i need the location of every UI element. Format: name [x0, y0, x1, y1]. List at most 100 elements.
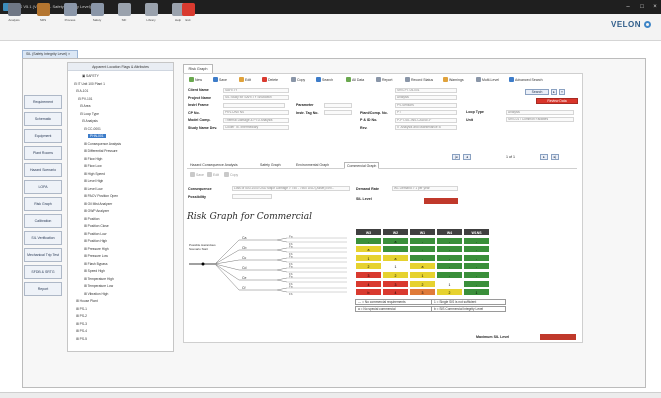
tree-node[interactable]: ⊟ CC-0001 — [84, 127, 101, 131]
nav-item-calibration[interactable]: Calibration — [24, 214, 62, 228]
tree-node[interactable]: ⊞ Flow High — [84, 157, 102, 161]
nav-item-schematic[interactable]: Schematic — [24, 112, 62, 126]
field-unit[interactable]: SRS-01 / Common Facilities — [506, 117, 574, 122]
all-data-button[interactable]: All Data — [346, 77, 364, 82]
tree-node[interactable]: ⊞ Temperature Low — [84, 284, 113, 288]
tree-node[interactable]: ⊞ Oil Mist Analyzer — [84, 202, 112, 206]
nav-item-sil-verification[interactable]: SIL Verification — [24, 231, 62, 245]
tree-node[interactable]: ⊞ PS-1 — [76, 307, 87, 311]
field-right-2[interactable]: PV-Sensors — [395, 102, 457, 108]
nav-item-report[interactable]: Report — [24, 282, 62, 296]
tree-node[interactable]: ⊞ House Plant — [76, 299, 98, 303]
tree-node[interactable]: ⊞ Flow Low — [84, 164, 102, 168]
field-model-comp[interactable]: Thermal Damage & PTD Analysis — [223, 117, 289, 123]
nav-item-hazard-scenario[interactable]: Hazard Scenario — [24, 163, 62, 177]
tree-node[interactable]: ⊞ OWP Analyzer — [84, 209, 109, 213]
tree-node[interactable]: ⊞ PS-4 — [76, 329, 87, 333]
field-right-5[interactable]: IT Analysis and Maintenance B — [395, 125, 457, 130]
sub-edit-button[interactable]: Edit — [207, 172, 219, 177]
tree-node[interactable]: ⊞ Position — [84, 217, 99, 221]
tree-node[interactable]: ⊟ A-101 — [76, 89, 88, 93]
tree-node[interactable]: ⊟ Analysis — [82, 119, 98, 123]
minimize-icon[interactable]: – — [622, 2, 634, 12]
nav-item-plant-rooms[interactable]: Plant Rooms — [24, 146, 62, 160]
consequence-field[interactable]: Loss of 500-1000 USD Major Damage > 750 … — [232, 186, 350, 191]
tree-node[interactable]: ⊞ Flash Bypass — [84, 262, 107, 266]
sub-save-button[interactable]: Save — [190, 172, 204, 177]
srs-button[interactable]: SRS — [33, 2, 53, 25]
tree-node[interactable]: ⊞ Differential Pressure — [84, 149, 118, 153]
tree-node[interactable]: ⊞ PS-3 — [76, 322, 87, 326]
field-right-3[interactable]: PT — [395, 110, 457, 115]
record-status-button[interactable]: Record Status — [405, 77, 433, 82]
subtab-hazard-consequence-analysis[interactable]: Hazard Consequence Analysis — [188, 162, 240, 169]
close-icon[interactable]: × — [649, 2, 661, 12]
pager-prev-button[interactable]: ◂ — [463, 154, 471, 160]
subtab-commercial-graph[interactable]: Commercial Graph — [344, 162, 380, 169]
subtab-environmental-graph[interactable]: Environmental Graph — [294, 162, 331, 169]
tree-node[interactable]: ⊞ Level High — [84, 179, 103, 183]
field-study-name-dev[interactable]: Cooler Tk. Intermediary — [223, 125, 289, 130]
field-instr-tag-no[interactable] — [324, 110, 352, 115]
advanced-search-button[interactable]: Advanced Search — [509, 77, 543, 82]
demand-rate-field[interactable]: W1 Demand > 1 per year — [392, 186, 458, 191]
sif-button[interactable]: SIF — [114, 2, 134, 25]
document-tab[interactable]: SIL (Safety Integrity Level) × — [22, 50, 78, 58]
field-project-name[interactable]: SIL Study for SAFETY Shutdown — [223, 95, 289, 100]
possibility-field[interactable] — [232, 194, 272, 199]
search-next-button[interactable]: ▸ — [551, 89, 557, 95]
tree-node[interactable]: ⊟ PV-101 — [78, 97, 93, 101]
maximize-icon[interactable]: □ — [636, 2, 648, 12]
pager-next-button[interactable]: ▸ — [540, 154, 548, 160]
field-parameter[interactable] — [324, 102, 352, 108]
field-right-4[interactable]: P-PT-SIL-INS-CAUSE-F — [395, 117, 457, 123]
tree-node[interactable]: ⊞ Temperature High — [84, 277, 114, 281]
delete-button[interactable]: Delete — [262, 77, 278, 82]
exit-button[interactable]: Exit — [178, 2, 198, 25]
tree-node[interactable]: ⊟ IT Unit 100 Plant 1 — [74, 82, 105, 86]
library-button[interactable]: Library — [141, 2, 161, 25]
report-button[interactable]: Report — [376, 77, 393, 82]
field-right-1[interactable]: Analysis — [395, 95, 457, 100]
tree-node[interactable]: ⊞ Position High — [84, 239, 107, 243]
search-button[interactable]: Search — [316, 77, 333, 82]
field-client-name[interactable]: SAFETY — [223, 87, 289, 93]
tree-node[interactable]: ⊞ PS-5 — [76, 337, 87, 341]
tree-node[interactable]: ⊞ PACV Position Open — [84, 194, 118, 198]
tree-node[interactable]: PHN-001 — [88, 134, 106, 138]
edit-button[interactable]: Edit — [239, 77, 251, 82]
copy-button[interactable]: Copy — [291, 77, 305, 82]
nav-item-lopa[interactable]: LOPA — [24, 180, 62, 194]
tree-node[interactable]: ⊞ Pressure Low — [84, 254, 108, 258]
tab-risk-graph[interactable]: Risk Graph — [183, 64, 213, 73]
field-loop-type[interactable]: Analysis — [506, 109, 574, 115]
tree-node[interactable]: ⊞ High Speed — [84, 172, 105, 176]
tree-node[interactable]: ⊟ Area — [80, 104, 90, 108]
analysis-button[interactable]: Analysis — [4, 2, 24, 25]
pager-last-button[interactable]: ▸| — [551, 154, 559, 160]
review-data-button[interactable]: Review Data — [536, 98, 578, 104]
tree-node[interactable]: ⊞ Pressure High — [84, 247, 109, 251]
tree-node[interactable]: ⊞ Consequence Analysis — [84, 142, 121, 146]
field-instrl-frame[interactable] — [223, 102, 285, 108]
multi-level-button[interactable]: Multi-Level — [476, 77, 499, 82]
field-cp-no[interactable]: PKV-UNITNS — [223, 110, 289, 115]
tree-node[interactable]: ⊞ Position Close — [84, 224, 109, 228]
field-right-0[interactable]: SRS-PT-04-001 — [395, 87, 457, 93]
subtab-safety-graph[interactable]: Safety Graph — [258, 162, 283, 169]
pager-first-button[interactable]: |◂ — [452, 154, 460, 160]
warnings-button[interactable]: Warnings — [443, 77, 464, 82]
nav-item-requirement[interactable]: Requirement — [24, 95, 62, 109]
tree-node[interactable]: ⊟ Loop Type — [80, 112, 99, 116]
tree-node[interactable]: ⊞ Level Low — [84, 187, 103, 191]
tree-node[interactable]: ⊞ Speed High — [84, 269, 105, 273]
new-button[interactable]: New — [189, 77, 202, 82]
search-button[interactable]: Search — [525, 89, 549, 95]
nav-item-risk-graph[interactable]: Risk Graph — [24, 197, 62, 211]
save-button[interactable]: Save — [213, 77, 227, 82]
search-last-button[interactable]: » — [559, 89, 565, 95]
safety-button[interactable]: Safety — [87, 2, 107, 25]
tree-node[interactable]: ⊞ PS-2 — [76, 314, 87, 318]
sub-copy-button[interactable]: Copy — [224, 172, 238, 177]
nav-item-sfdb-srtg[interactable]: SFDB & SRTG — [24, 265, 62, 279]
